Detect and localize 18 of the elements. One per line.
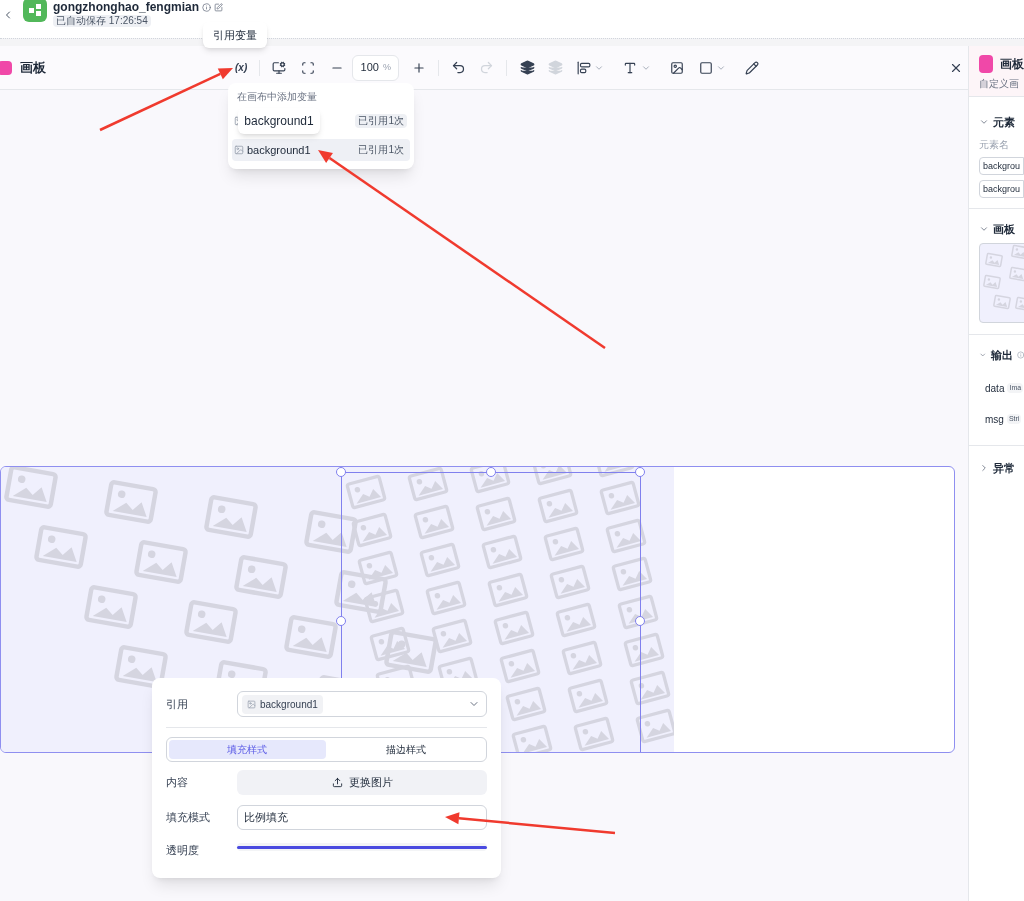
output-name: msg bbox=[985, 412, 1004, 427]
usage-badge: 已引用1次 bbox=[355, 143, 407, 157]
field-label: 内容 bbox=[166, 775, 189, 791]
menu-heading: 在画布中添加变量 bbox=[236, 91, 318, 102]
field-label: 引用 bbox=[166, 696, 189, 712]
sidebar-title: 画板 bbox=[1000, 56, 1024, 73]
tooltip: 引用变量 bbox=[203, 22, 267, 48]
app-title: gongzhonghao_fengmian bbox=[53, 0, 199, 14]
autosave-badge: 已自动保存 17:26:54 bbox=[53, 15, 151, 27]
output-name: data bbox=[985, 381, 1005, 396]
panel-title: 画板 bbox=[20, 58, 46, 77]
tooltip: background1 bbox=[238, 108, 320, 134]
usage-badge: 已引用1次 bbox=[355, 114, 407, 128]
field-label: 透明度 bbox=[166, 843, 200, 858]
field-label: 元素名 bbox=[979, 137, 1010, 152]
field-label: 填充模式 bbox=[166, 810, 211, 826]
sidebar-subtitle: 自定义画 bbox=[979, 77, 1020, 91]
variable-name: background1 bbox=[247, 142, 311, 158]
